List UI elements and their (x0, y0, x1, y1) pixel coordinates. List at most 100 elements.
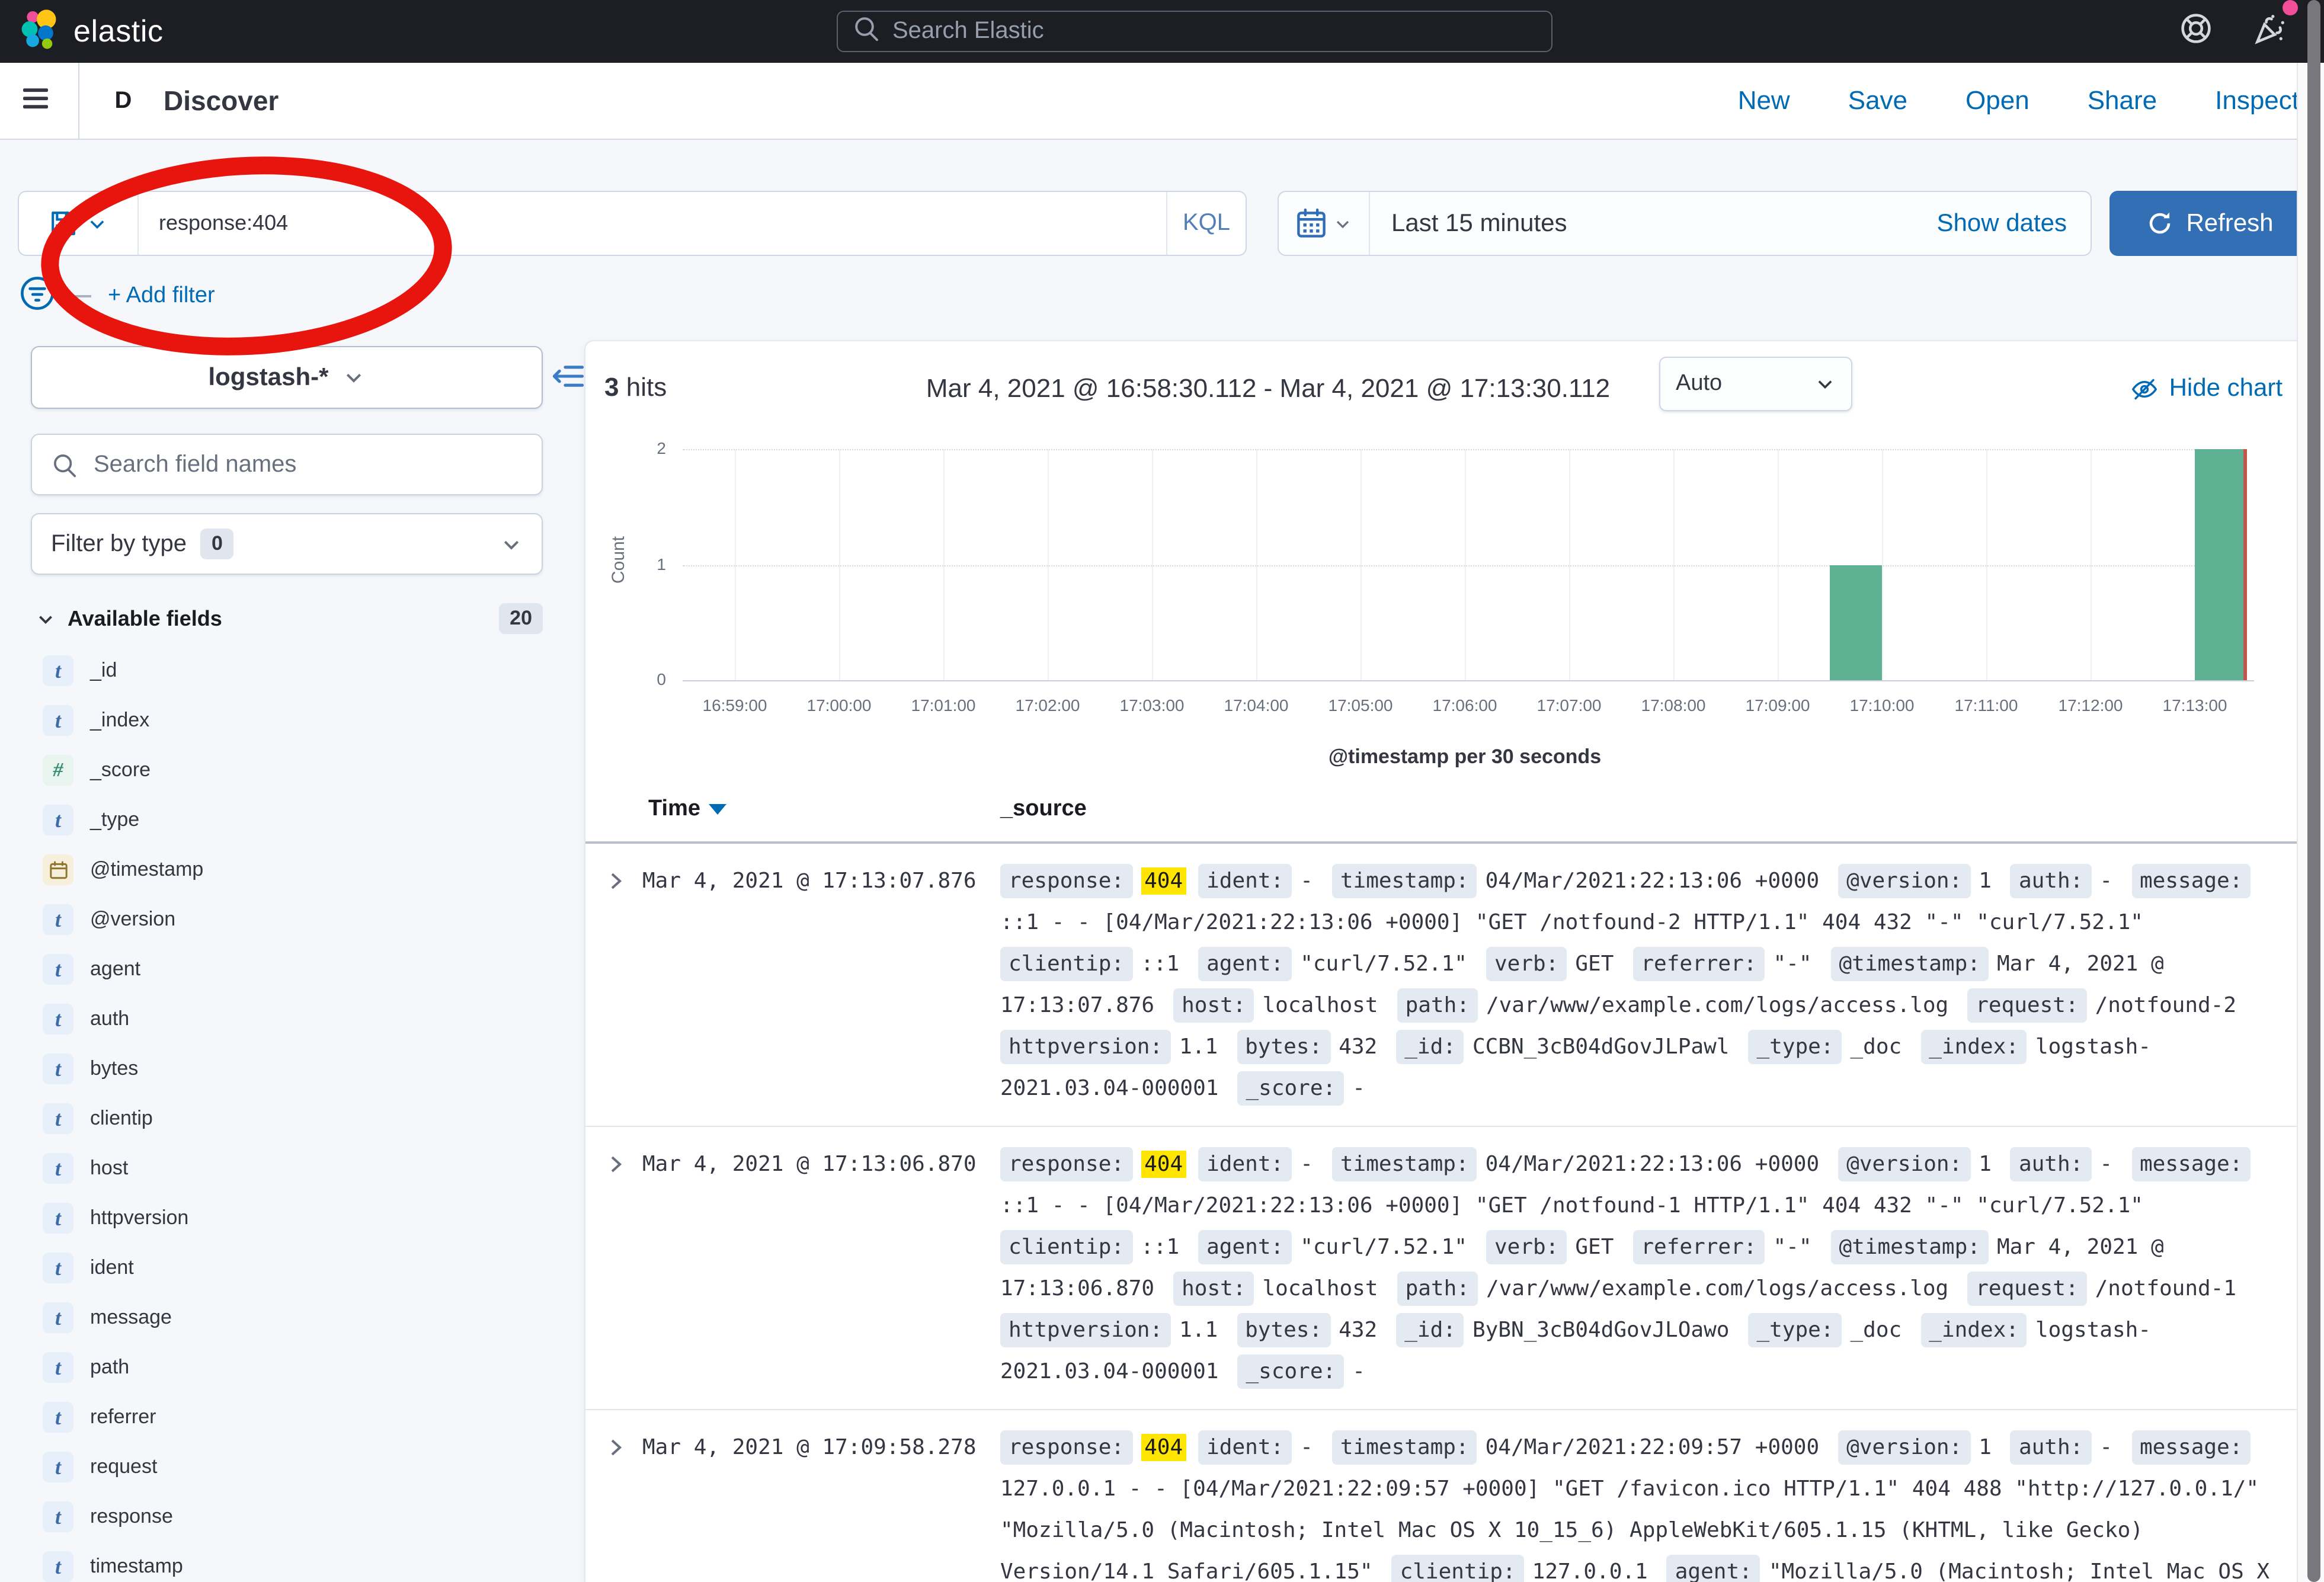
grid-line-v (1152, 449, 1153, 680)
filter-by-type-select[interactable]: Filter by type 0 (31, 513, 543, 575)
interval-select[interactable]: Auto (1659, 357, 1852, 411)
field-value: - (1300, 1152, 1313, 1177)
open-button[interactable]: Open (1966, 85, 2030, 116)
field-value: CCBN_3cB04dGovJLPawl (1472, 1035, 1730, 1059)
field-item-request[interactable]: trequest (0, 1442, 584, 1492)
field-value: ::1 (1141, 952, 1179, 976)
expand-row-icon[interactable] (604, 1153, 627, 1181)
field-pill: _type: (1748, 1313, 1842, 1347)
field-item-@timestamp[interactable]: @timestamp (0, 845, 584, 895)
scrollbar-thumb[interactable] (2307, 0, 2320, 1582)
share-button[interactable]: Share (2088, 85, 2157, 116)
sort-desc-icon (709, 803, 726, 815)
row-time: Mar 4, 2021 @ 17:13:06.870 (642, 1144, 998, 1185)
field-value: "curl/7.52.1" (1300, 952, 1467, 976)
field-pill: ident: (1198, 1430, 1292, 1465)
global-search-input[interactable]: Search Elastic (837, 11, 1552, 52)
index-pattern-select[interactable]: logstash-* (31, 346, 543, 409)
field-item-_index[interactable]: t_index (0, 696, 584, 745)
field-pill: timestamp: (1332, 1430, 1477, 1465)
field-item-timestamp[interactable]: ttimestamp (0, 1542, 584, 1582)
field-label: @timestamp (90, 858, 203, 882)
grid-line-v (1569, 449, 1570, 680)
histogram-bar[interactable] (1830, 565, 1882, 680)
saved-query-menu-button[interactable] (19, 192, 139, 255)
row-source: response:404ident:-timestamp:04/Mar/2021… (1000, 1427, 2287, 1582)
expand-row-icon[interactable] (604, 1436, 627, 1465)
field-item-message[interactable]: tmessage (0, 1293, 584, 1343)
time-range-value[interactable]: Last 15 minutes (1370, 209, 1567, 238)
field-pill: _index: (1920, 1313, 2027, 1347)
field-value: 1 (1979, 1435, 1992, 1460)
x-axis-tick: 17:13:00 (2163, 696, 2227, 715)
field-type-string-icon: t (43, 1452, 73, 1482)
add-filter-button[interactable]: + Add filter (108, 283, 215, 309)
app-navbar: D Discover New Save Open Share Inspect (0, 63, 2324, 140)
show-dates-button[interactable]: Show dates (1937, 209, 2091, 238)
histogram-chart[interactable]: Count 01216:59:0017:00:0017:01:0017:02:0… (585, 436, 2311, 792)
elastic-brand[interactable]: elastic (19, 7, 164, 56)
field-item-ident[interactable]: tident (0, 1243, 584, 1293)
field-pill: response: (1000, 1147, 1132, 1181)
field-item-response[interactable]: tresponse (0, 1492, 584, 1542)
field-item-_id[interactable]: t_id (0, 646, 584, 696)
refresh-button[interactable]: Refresh (2109, 191, 2310, 256)
refresh-icon (2146, 210, 2173, 237)
field-pill: auth: (2011, 1430, 2091, 1465)
field-label: agent (90, 957, 140, 981)
available-fields-header[interactable]: Available fields 20 (36, 603, 543, 634)
header-actions (2179, 0, 2288, 63)
field-item-@version[interactable]: t@version (0, 895, 584, 944)
field-item-auth[interactable]: tauth (0, 994, 584, 1044)
field-item-clientip[interactable]: tclientip (0, 1094, 584, 1144)
field-pill: ident: (1198, 1147, 1292, 1181)
menu-hamburger-icon[interactable] (19, 81, 52, 120)
field-value: /var/www/example.com/logs/access.log (1486, 1276, 1948, 1301)
field-item-path[interactable]: tpath (0, 1343, 584, 1392)
news-feed-icon[interactable] (2253, 11, 2288, 52)
field-value: 1 (1979, 1152, 1992, 1177)
expand-row-icon[interactable] (604, 870, 627, 898)
field-value: ::1 - - [04/Mar/2021:22:13:06 +0000] "GE… (1000, 910, 2143, 935)
field-search-input[interactable]: Search field names (31, 434, 543, 495)
inspect-button[interactable]: Inspect (2215, 85, 2299, 116)
time-column-header[interactable]: Time (648, 796, 726, 822)
field-item-host[interactable]: thost (0, 1144, 584, 1193)
help-icon[interactable] (2179, 12, 2213, 51)
field-value: /var/www/example.com/logs/access.log (1486, 993, 1948, 1018)
field-item-httpversion[interactable]: thttpversion (0, 1193, 584, 1243)
chevron-down-icon (36, 609, 56, 629)
field-pill: host: (1173, 1272, 1254, 1306)
field-type-string-icon: t (43, 805, 73, 835)
brand-name: elastic (73, 13, 164, 50)
grid-line-v (1778, 449, 1779, 680)
query-text[interactable]: response:404 (139, 211, 1166, 236)
new-button[interactable]: New (1738, 85, 1790, 116)
field-value: - (1300, 1435, 1313, 1460)
filter-bar: + Add filter (19, 273, 2324, 320)
field-type-string-icon: t (43, 1551, 73, 1582)
query-language-button[interactable]: KQL (1166, 192, 1246, 255)
space-avatar[interactable]: D (103, 81, 143, 121)
field-item-bytes[interactable]: tbytes (0, 1044, 584, 1094)
grid-line-v (1256, 449, 1257, 680)
field-label: response (90, 1505, 173, 1529)
field-pill: @timestamp: (1831, 1230, 1989, 1264)
date-quick-select-button[interactable] (1279, 192, 1370, 255)
filter-menu-icon[interactable] (19, 275, 56, 318)
field-item-_type[interactable]: t_type (0, 795, 584, 845)
field-value: 04/Mar/2021:22:13:06 +0000 (1486, 1152, 1820, 1177)
field-item-_score[interactable]: #_score (0, 745, 584, 795)
x-axis-tick: 17:00:00 (807, 696, 872, 715)
query-input[interactable]: response:404 KQL (18, 191, 1247, 256)
field-value: - (1300, 869, 1313, 894)
field-type-string-icon: t (43, 904, 73, 935)
discover-main-panel: 3 hits Mar 4, 2021 @ 16:58:30.112 - Mar … (584, 340, 2312, 1582)
field-item-referrer[interactable]: treferrer (0, 1392, 584, 1442)
field-item-agent[interactable]: tagent (0, 944, 584, 994)
histogram-bar[interactable] (2195, 449, 2247, 680)
save-button[interactable]: Save (1848, 85, 1907, 116)
field-value: 1.1 (1179, 1035, 1218, 1059)
collapse-sidebar-icon[interactable] (552, 360, 584, 398)
hide-chart-button[interactable]: Hide chart (2131, 374, 2283, 403)
